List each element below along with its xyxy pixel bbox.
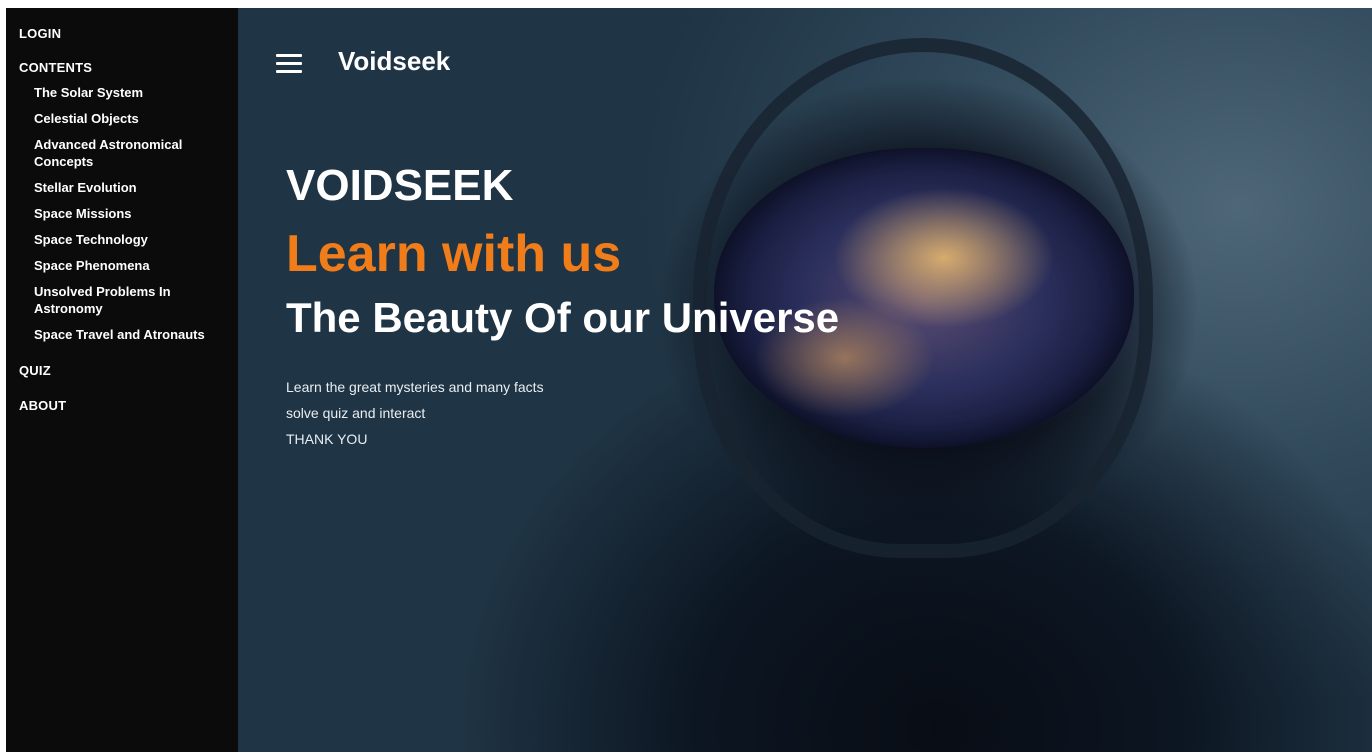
sidebar-item-celestial-objects[interactable]: Celestial Objects	[34, 110, 214, 127]
sidebar-item-space-phenomena[interactable]: Space Phenomena	[34, 257, 214, 274]
hero-title: VOIDSEEK	[286, 161, 514, 210]
hero-line-thanks: THANK YOU	[286, 431, 368, 447]
sidebar: LOGIN CONTENTS The Solar System Celestia…	[6, 8, 238, 752]
sidebar-item-stellar-evolution[interactable]: Stellar Evolution	[34, 179, 214, 196]
sidebar-quiz-link[interactable]: QUIZ	[19, 363, 238, 378]
sidebar-item-space-missions[interactable]: Space Missions	[34, 205, 214, 222]
sidebar-contents-link[interactable]: CONTENTS	[19, 60, 238, 75]
hamburger-menu-icon[interactable]	[276, 52, 302, 73]
hero-line-mysteries: Learn the great mysteries and many facts	[286, 379, 544, 395]
sidebar-login-link[interactable]: LOGIN	[19, 26, 238, 41]
contents-list: The Solar System Celestial Objects Advan…	[19, 84, 238, 343]
sidebar-item-space-technology[interactable]: Space Technology	[34, 231, 214, 248]
sidebar-item-advanced-concepts[interactable]: Advanced Astronomical Concepts	[34, 136, 214, 170]
sidebar-item-solar-system[interactable]: The Solar System	[34, 84, 214, 101]
hero-content: VOIDSEEK Learn with us The Beauty Of our…	[286, 158, 839, 452]
hero-subtitle: The Beauty Of our Universe	[286, 294, 840, 341]
hero-section: Voidseek VOIDSEEK Learn with us The Beau…	[238, 8, 1372, 752]
top-bar: Voidseek	[276, 46, 450, 77]
page: LOGIN CONTENTS The Solar System Celestia…	[6, 8, 1372, 752]
hero-description: Learn the great mysteries and many facts…	[286, 374, 839, 452]
brand-title: Voidseek	[338, 46, 451, 76]
sidebar-about-link[interactable]: ABOUT	[19, 398, 238, 413]
sidebar-item-unsolved-problems[interactable]: Unsolved Problems In Astronomy	[34, 283, 214, 317]
hero-tagline: Learn with us	[286, 225, 622, 283]
sidebar-item-space-travel[interactable]: Space Travel and Atronauts	[34, 326, 214, 343]
hero-line-quiz: solve quiz and interact	[286, 405, 426, 421]
